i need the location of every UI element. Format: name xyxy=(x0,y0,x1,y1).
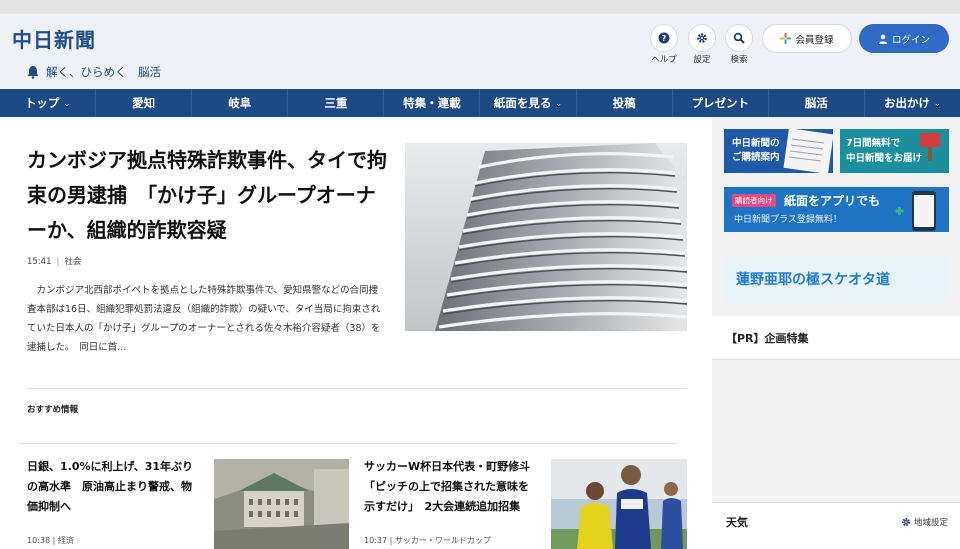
browser-top-strip xyxy=(0,0,960,14)
nav-item-gifu[interactable]: 岐阜 xyxy=(192,89,289,117)
card-category[interactable]: サッカー・ワールドカップ xyxy=(395,536,491,545)
login-label: ログイン xyxy=(891,34,930,46)
meta-separator: | xyxy=(56,257,60,267)
card-time: 10:38 xyxy=(27,536,51,545)
nav-label: 投稿 xyxy=(612,96,636,110)
site-header: 中日新聞 解く、ひらめく 脳活 ? ヘルプ 設定 検索 会員登録 ログイン xyxy=(0,14,960,89)
search-button[interactable]: 検索 xyxy=(722,24,756,65)
nav-label: プレゼント xyxy=(691,96,749,110)
settings-icon xyxy=(688,24,716,52)
pr-section-title: 【PR】企画特集 xyxy=(726,332,809,345)
nav-item-top[interactable]: トップ ⌄ xyxy=(0,89,97,117)
story-category[interactable]: 社会 xyxy=(64,257,81,267)
region-settings-button[interactable]: 地域設定 xyxy=(901,516,948,528)
recommended-heading: おすすめ情報 xyxy=(27,405,79,415)
bell-icon xyxy=(27,66,39,79)
nav-label: お出かけ xyxy=(884,96,931,110)
banner-text: 紙面をアプリでも xyxy=(784,194,881,208)
settings-button[interactable]: 設定 xyxy=(685,24,719,65)
card-image[interactable] xyxy=(214,459,349,549)
nav-label: 特集・連載 xyxy=(403,96,461,110)
section-divider xyxy=(27,388,687,389)
card-meta: 10:37 | サッカー・ワールドカップ xyxy=(364,536,491,545)
tagline-text: 解く、ひらめく 脳活 xyxy=(46,65,161,79)
free-trial-banner[interactable]: 7日間無料で 中日新聞をお届け xyxy=(840,129,949,173)
chevron-down-icon: ⌄ xyxy=(555,98,563,108)
nav-item-mie[interactable]: 三重 xyxy=(288,89,385,117)
user-icon xyxy=(878,34,888,44)
card-category[interactable]: 経済 xyxy=(58,536,74,545)
login-button[interactable]: ログイン xyxy=(859,24,949,53)
card-image[interactable] xyxy=(551,459,687,549)
nav-item-submit[interactable]: 投稿 xyxy=(577,89,673,117)
nav-label: 紙面を見る xyxy=(493,96,552,110)
banner-tag: 購読者向け xyxy=(732,194,776,207)
app-banner[interactable]: 購読者向け 紙面をアプリでも 中日新聞プラス登録無料！ xyxy=(724,187,949,232)
site-logo[interactable]: 中日新聞 xyxy=(12,24,96,53)
top-story-summary[interactable]: カンボジア北西部ポイペトを拠点とした特殊詐欺事件で、愛知県警などの合同捜査本部は… xyxy=(27,281,387,357)
gear-icon xyxy=(901,518,910,526)
member-register-label: 会員登録 xyxy=(795,34,834,46)
card-time: 10:37 xyxy=(364,536,388,545)
chevron-down-icon: ⌄ xyxy=(934,98,941,108)
app-phone-icon xyxy=(895,191,936,231)
main-nav: トップ ⌄ 愛知 岐阜 三重 特集・連載 紙面を見る ⌄ 投稿 プレゼント 脳活 お… xyxy=(0,89,960,117)
story-time: 15:41 xyxy=(27,257,52,267)
search-icon xyxy=(725,24,753,52)
help-label: ヘルプ xyxy=(651,55,677,65)
main-content: カンボジア拠点特殊詐欺事件、タイで拘束の男逮捕 「かけ子」グループオーナーか、組… xyxy=(0,117,712,549)
nav-item-brain[interactable]: 脳活 xyxy=(769,89,865,117)
card-headline[interactable]: 日銀、1.0%に利上げ、31年ぶりの高水準 原油高止まり警戒、物価抑制へ xyxy=(27,457,199,517)
search-label: 検索 xyxy=(730,55,748,65)
settings-label: 設定 xyxy=(693,55,711,65)
subscription-info-banner[interactable]: 中日新聞の ご購読案内 xyxy=(724,129,833,173)
chevron-down-icon: ⌄ xyxy=(63,98,71,108)
banner-text: 7日間無料で 中日新聞をお届け xyxy=(846,138,923,164)
nav-label: 三重 xyxy=(324,96,348,110)
help-icon: ? xyxy=(650,24,678,52)
nav-label: トップ xyxy=(24,96,60,110)
nav-item-paper[interactable]: 紙面を見る ⌄ xyxy=(480,89,577,117)
help-button[interactable]: ? ヘルプ xyxy=(647,24,681,65)
region-label: 地域設定 xyxy=(913,518,948,528)
sparkle-icon xyxy=(780,33,792,44)
banner-text: 蓮野亜耶の極スケオタ道 xyxy=(736,272,890,288)
top-story-meta: 15:41 | 社会 xyxy=(27,255,81,267)
skating-column-banner[interactable]: 蓮野亜耶の極スケオタ道 xyxy=(724,257,949,302)
section-divider xyxy=(18,443,678,444)
card-headline[interactable]: サッカーW杯日本代表・町野修斗「ピッチの上で招集された意味を示すだけ」 2大会連… xyxy=(364,457,536,517)
nav-item-aichi[interactable]: 愛知 xyxy=(96,89,193,117)
banner-sub: 中日新聞プラス登録無料！ xyxy=(734,215,842,225)
svg-text:?: ? xyxy=(662,34,667,43)
nav-label: 脳活 xyxy=(804,96,828,110)
pr-section: 【PR】企画特集 xyxy=(712,316,960,360)
top-story-image[interactable] xyxy=(405,143,687,331)
card-meta: 10:38 | 経済 xyxy=(27,536,74,545)
nav-item-features[interactable]: 特集・連載 xyxy=(384,89,481,117)
weather-title: 天気 xyxy=(726,516,748,529)
nav-label: 愛知 xyxy=(132,96,156,110)
top-story-headline[interactable]: カンボジア拠点特殊詐欺事件、タイで拘束の男逮捕 「かけ子」グループオーナーか、組… xyxy=(27,143,387,248)
nav-item-present[interactable]: プレゼント xyxy=(673,89,769,117)
weather-section: 天気 地域設定 xyxy=(712,502,960,540)
brain-activity-link[interactable]: 解く、ひらめく 脳活 xyxy=(26,64,161,80)
member-register-button[interactable]: 会員登録 xyxy=(762,24,852,53)
nav-label: 岐阜 xyxy=(228,96,252,110)
banner-text: 中日新聞の ご購読案内 xyxy=(732,138,780,163)
nav-item-outing[interactable]: お出かけ ⌄ xyxy=(865,89,960,117)
